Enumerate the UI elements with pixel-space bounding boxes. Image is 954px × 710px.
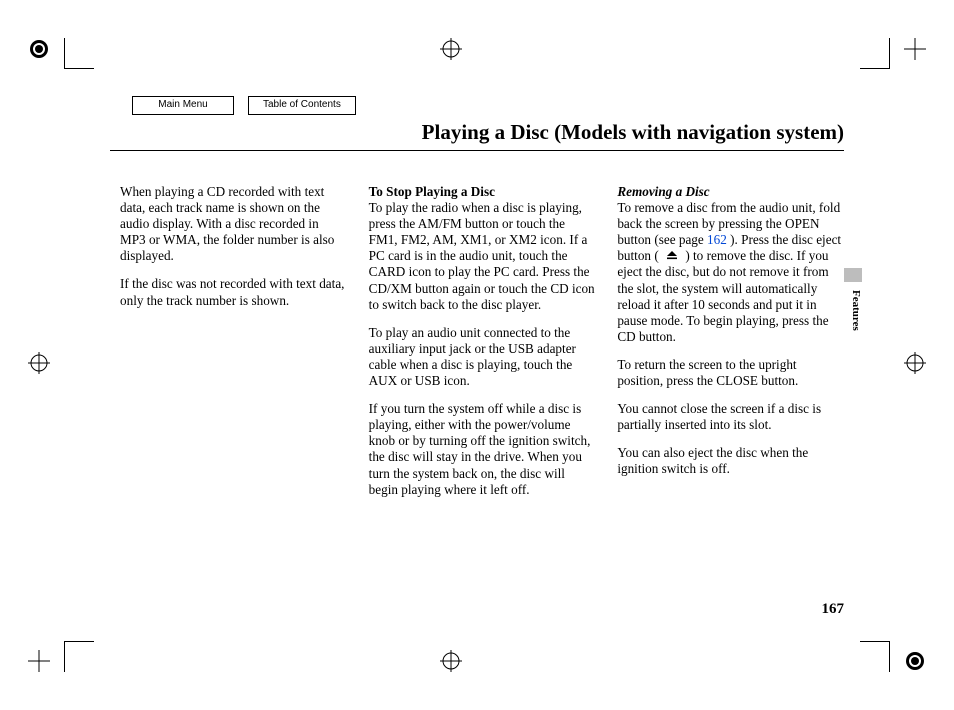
body-text: To play an audio unit connected to the a…: [369, 325, 596, 389]
page-title: Playing a Disc (Models with navigation s…: [422, 120, 844, 145]
eject-icon: [662, 248, 682, 264]
body-text: To return the screen to the upright posi…: [617, 357, 844, 389]
body-text: To play the radio when a disc is playing…: [369, 200, 595, 312]
section-heading: To Stop Playing a Disc: [369, 184, 495, 199]
table-of-contents-button[interactable]: Table of Contents: [248, 96, 356, 115]
print-mark-icon: [904, 650, 926, 672]
body-columns: When playing a CD recorded with text dat…: [120, 184, 844, 510]
body-text: When playing a CD recorded with text dat…: [120, 184, 347, 264]
body-text: If you turn the system off while a disc …: [369, 401, 596, 498]
section-tab: [844, 268, 862, 282]
print-mark-icon: [904, 352, 926, 374]
section-heading: Removing a Disc: [617, 184, 709, 199]
column-1: When playing a CD recorded with text dat…: [120, 184, 347, 510]
main-menu-button[interactable]: Main Menu: [132, 96, 234, 115]
body-text: If the disc was not recorded with text d…: [120, 276, 347, 308]
column-2: To Stop Playing a Disc To play the radio…: [369, 184, 596, 510]
page-number: 167: [822, 601, 845, 618]
body-text: To Stop Playing a Disc To play the radio…: [369, 184, 596, 313]
print-mark-icon: [440, 650, 462, 672]
print-mark-icon: [28, 38, 50, 60]
column-3: Removing a Disc To remove a disc from th…: [617, 184, 844, 510]
body-text: You can also eject the disc when the ign…: [617, 445, 844, 477]
body-text: Removing a Disc To remove a disc from th…: [617, 184, 844, 345]
print-mark-icon: [440, 38, 462, 60]
title-rule: [110, 150, 844, 151]
nav-buttons: Main Menu Table of Contents: [132, 96, 356, 115]
print-mark-icon: [904, 38, 926, 60]
print-mark-icon: [28, 352, 50, 374]
print-mark-icon: [28, 650, 50, 672]
page-link[interactable]: 162: [707, 232, 727, 247]
section-tab-label: Features: [848, 290, 862, 331]
body-text: You cannot close the screen if a disc is…: [617, 401, 844, 433]
